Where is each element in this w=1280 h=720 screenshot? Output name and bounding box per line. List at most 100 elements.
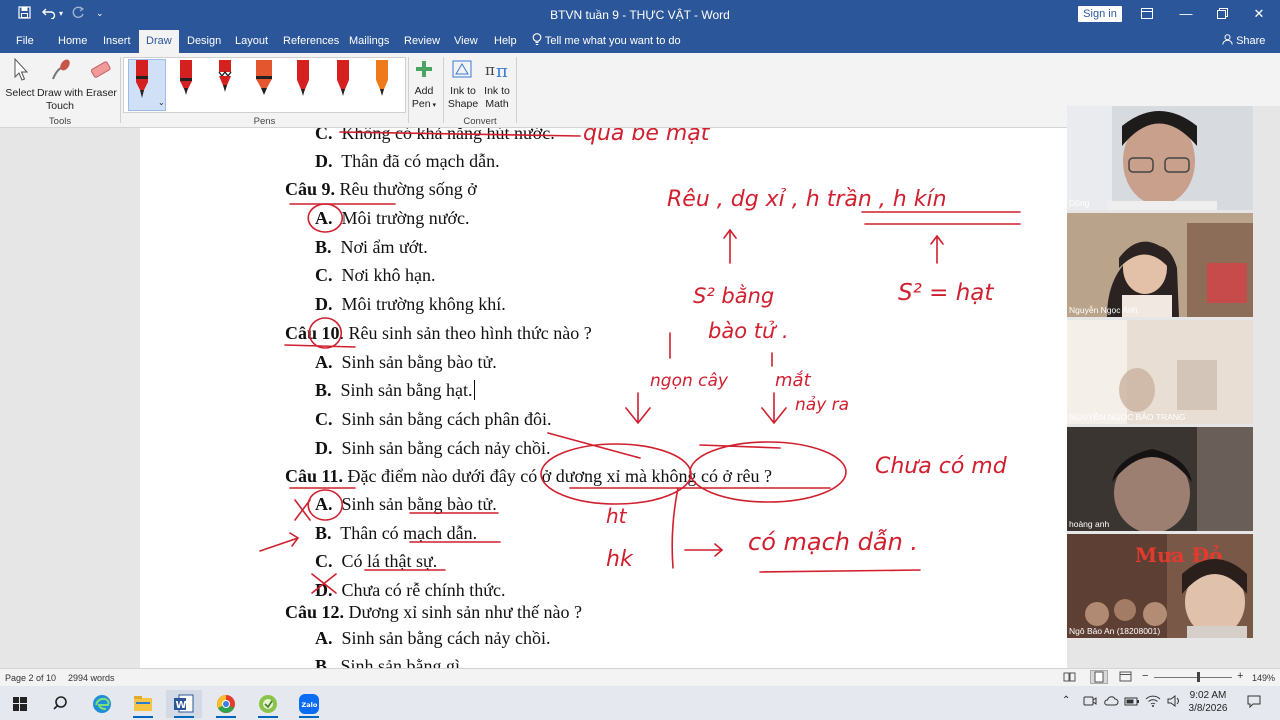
clock[interactable]: 9:02 AM 3/8/2026 (1186, 690, 1230, 714)
zalo-icon[interactable]: Zalo (291, 690, 327, 718)
question-line[interactable]: Câu 12. Dương xỉ sinh sản như thế nào ? (285, 602, 582, 623)
wifi-icon[interactable] (1145, 694, 1161, 711)
speaker-icon[interactable] (1166, 694, 1182, 711)
answer-line[interactable]: D. Chưa có rễ chính thức. (315, 580, 505, 601)
answer-line[interactable]: A. Môi trường nước. (315, 208, 470, 229)
tab-layout[interactable]: Layout (228, 30, 275, 53)
tell-me-search[interactable]: Tell me what you want to do (532, 30, 681, 52)
zoom-slider-thumb[interactable] (1197, 672, 1200, 682)
word-app-icon[interactable]: W (166, 690, 202, 718)
ink-arrow-down (625, 392, 651, 425)
search-icon[interactable] (42, 690, 78, 718)
answer-label: C. (315, 265, 333, 285)
answer-line[interactable]: B. Sinh sản bằng gì (315, 656, 460, 668)
ink-to-math-button[interactable]: ππ Ink to Math (481, 59, 513, 111)
tab-design[interactable]: Design (180, 30, 228, 53)
pen-orange-red[interactable] (251, 60, 277, 106)
file-explorer-icon[interactable] (125, 690, 161, 718)
app-leaf-icon[interactable] (250, 690, 286, 718)
answer-label: D. (315, 151, 333, 171)
page-count[interactable]: Page 2 of 10 (5, 673, 56, 683)
zoom-in-icon[interactable]: + (1237, 670, 1243, 682)
select-button[interactable]: Select (4, 57, 36, 100)
notifications-icon[interactable] (1247, 695, 1261, 711)
eraser-button[interactable]: Eraser (86, 57, 117, 100)
pointer-icon (10, 57, 30, 86)
tab-mailings[interactable]: Mailings (342, 30, 396, 53)
answer-line[interactable]: C. Sinh sản bằng cách phân đôi. (315, 409, 551, 430)
ink-arrow-right (684, 543, 724, 557)
zoom-level[interactable]: 149% (1252, 673, 1275, 683)
ink-to-shape-line1: Ink to (450, 85, 476, 97)
pen-options-chevron-icon[interactable]: ⌄ (158, 98, 165, 107)
windows-start-icon[interactable] (2, 690, 38, 718)
edge-icon[interactable] (84, 690, 120, 718)
answer-label: C. (315, 551, 333, 571)
tab-references[interactable]: References (276, 30, 346, 53)
zoom-out-icon[interactable]: − (1142, 670, 1148, 682)
question-number: Câu 10 (285, 323, 340, 343)
answer-label: D. (315, 294, 333, 314)
question-number: Câu 9. (285, 179, 336, 199)
ink-to-math-line2: Math (485, 98, 509, 110)
participant-tile[interactable]: NGUYỄN NGỌC BẢO TRANG (1067, 320, 1253, 424)
tab-insert[interactable]: Insert (96, 30, 138, 53)
cloud-icon[interactable] (1103, 694, 1119, 711)
ink-to-shape-button[interactable]: Ink to Shape (446, 59, 480, 111)
question-line[interactable]: Câu 9. Rêu thường sống ở (285, 179, 477, 200)
tab-home[interactable]: Home (51, 30, 94, 53)
answer-line[interactable]: D. Môi trường không khí. (315, 294, 506, 315)
question-line[interactable]: Câu 10. Rêu sinh sản theo hình thức nào … (285, 323, 592, 344)
minimize-icon[interactable]: — (1175, 4, 1197, 24)
read-mode-icon[interactable] (1063, 671, 1076, 684)
answer-line[interactable]: C. Có lá thật sự. (315, 551, 437, 572)
participant-tile[interactable]: Mưa Đỏ Ngô Bảo An (18208001) (1067, 534, 1253, 638)
tab-view[interactable]: View (447, 30, 485, 53)
tab-file[interactable]: File (9, 30, 41, 53)
question-line[interactable]: Câu 11. Đặc điểm nào dưới đây có ở dương… (285, 466, 772, 487)
battery-icon[interactable] (1124, 694, 1140, 711)
zoom-slider[interactable] (1154, 677, 1232, 678)
participant-tile[interactable]: hoàng anh (1067, 427, 1253, 531)
answer-line[interactable]: D. Thân đã có mạch dẫn. (315, 151, 500, 172)
answer-line[interactable]: A. Sinh sản bằng bào tử. (315, 352, 497, 373)
answer-line[interactable]: B. Nơi ẩm ướt. (315, 237, 428, 258)
ribbon-display-options-icon[interactable] (1136, 4, 1158, 24)
web-layout-icon[interactable] (1119, 671, 1132, 684)
answer-label: B. (315, 380, 332, 400)
chrome-icon[interactable] (208, 690, 244, 718)
pen-red-4[interactable] (290, 60, 316, 106)
restore-icon[interactable] (1211, 4, 1233, 24)
add-pen-button[interactable]: Add Pen ▾ (409, 59, 439, 112)
show-hidden-icons-chevron-icon[interactable]: ⌃ (1062, 695, 1070, 706)
pen-red-2[interactable] (173, 60, 199, 106)
meet-now-icon[interactable] (1083, 694, 1097, 711)
add-pen-line2: Pen (411, 98, 431, 110)
answer-line[interactable]: D. Sinh sản bằng cách nảy chồi. (315, 438, 550, 459)
ink-note-plant-groups: Rêu , dg xỉ , h trần , h kín (667, 187, 947, 212)
close-icon[interactable]: ✕ (1248, 4, 1270, 24)
word-count[interactable]: 2994 words (68, 673, 115, 683)
tab-help[interactable]: Help (487, 30, 524, 53)
question-number: Câu 12. (285, 602, 345, 622)
ink-note-spore-2: bào tử . (708, 319, 789, 343)
document-page[interactable]: C. Không có khả năng hút nước. D. Thân đ… (140, 128, 1067, 668)
answer-line[interactable]: B. Sinh sản bằng hạt. (315, 380, 475, 401)
sign-in-button[interactable]: Sign in (1078, 6, 1122, 22)
participant-tile[interactable]: Nguyễn Ngọc Anh (1067, 213, 1253, 317)
answer-line[interactable]: C. Không có khả năng hút nước. (315, 128, 555, 144)
participant-tile[interactable]: Dũng (1067, 106, 1253, 210)
print-layout-icon[interactable] (1090, 670, 1108, 684)
pen-orange[interactable] (369, 60, 395, 106)
share-button[interactable]: Share (1222, 30, 1265, 53)
pen-red-3[interactable] (212, 60, 238, 106)
answer-line[interactable]: A. Sinh sản bằng bào tử. (315, 494, 497, 515)
tab-draw[interactable]: Draw (139, 30, 179, 53)
draw-with-touch-button[interactable]: Draw with Touch (36, 57, 84, 113)
answer-line[interactable]: A. Sinh sản bằng cách nảy chồi. (315, 628, 550, 649)
pen-red-1[interactable]: ⌄ (128, 59, 166, 111)
tab-review[interactable]: Review (397, 30, 447, 53)
answer-line[interactable]: B. Thân có mạch dẫn. (315, 523, 477, 544)
answer-line[interactable]: C. Nơi khô hạn. (315, 265, 436, 286)
pen-red-5[interactable] (330, 60, 356, 106)
